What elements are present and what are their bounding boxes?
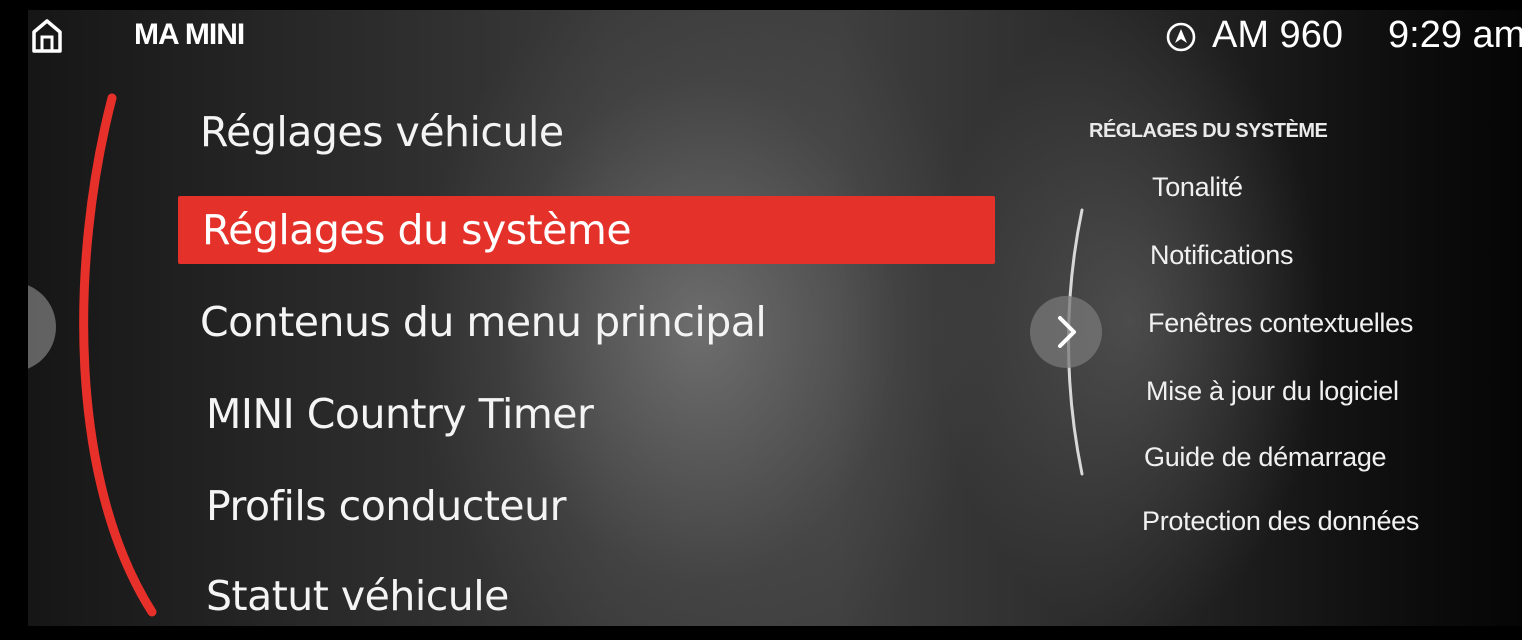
menu-item-vehicle-status[interactable]: Statut véhicule xyxy=(206,572,509,620)
menu-item-mini-country-timer[interactable]: MINI Country Timer xyxy=(206,390,594,438)
submenu-item-data-protection[interactable]: Protection des données xyxy=(1142,506,1419,537)
submenu-item-startup-guide[interactable]: Guide de démarrage xyxy=(1144,442,1387,473)
bezel-top xyxy=(0,0,1522,10)
app-title: MA MINI xyxy=(134,18,245,51)
menu-item-main-menu-contents[interactable]: Contenus du menu principal xyxy=(200,298,767,346)
menu-item-system-settings[interactable]: Réglages du système xyxy=(178,196,995,264)
navigation-arrow-icon xyxy=(1166,22,1196,52)
home-icon[interactable] xyxy=(30,18,64,54)
submenu-item-popup-windows[interactable]: Fenêtres contextuelles xyxy=(1148,308,1413,339)
bezel-left xyxy=(0,0,28,640)
submenu-item-tone[interactable]: Tonalité xyxy=(1152,172,1243,203)
menu-arc-indicator xyxy=(79,93,157,617)
menu-item-driver-profiles[interactable]: Profils conducteur xyxy=(206,482,566,530)
bezel-bottom xyxy=(0,626,1522,640)
submenu-heading: RÉGLAGES DU SYSTÈME xyxy=(1089,120,1328,142)
radio-station: AM 960 xyxy=(1212,14,1343,56)
clock: 9:29 am xyxy=(1388,14,1522,56)
submenu-item-software-update[interactable]: Mise à jour du logiciel xyxy=(1146,376,1399,407)
menu-item-vehicle-settings[interactable]: Réglages véhicule xyxy=(200,108,564,156)
infotainment-screen: MA MINI AM 960 9:29 am Réglages véhicule… xyxy=(0,0,1522,640)
open-submenu-button[interactable] xyxy=(1030,296,1102,368)
submenu-item-notifications[interactable]: Notifications xyxy=(1150,240,1293,271)
chevron-right-icon xyxy=(1058,316,1076,348)
